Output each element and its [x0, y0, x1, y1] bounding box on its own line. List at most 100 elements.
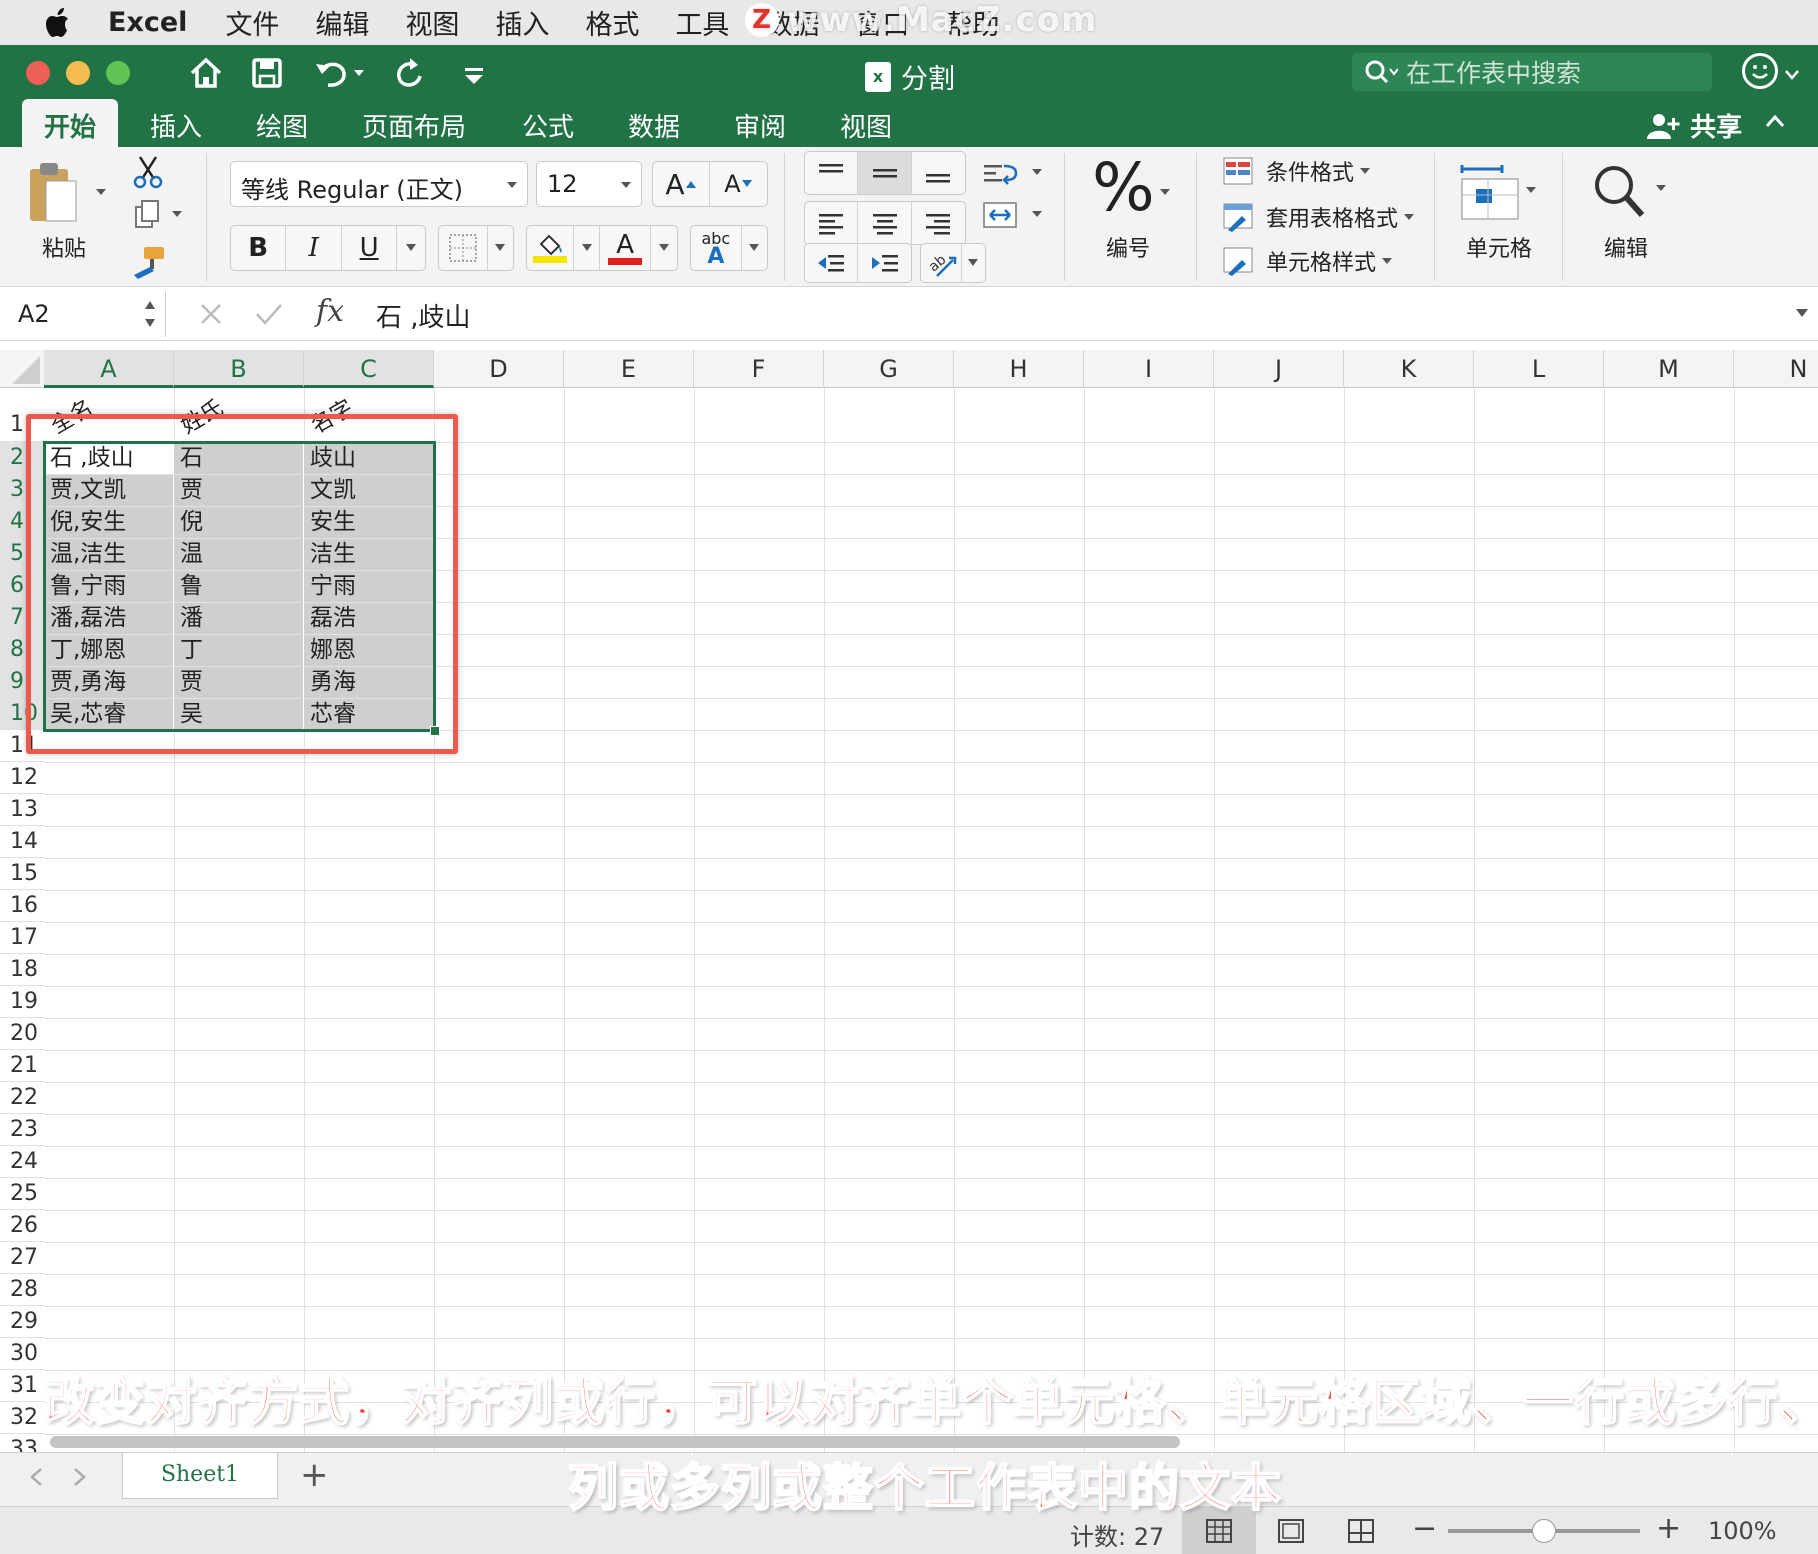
undo-icon[interactable] — [312, 53, 366, 93]
column-header-n[interactable]: N — [1734, 350, 1818, 388]
expand-formula-bar-icon[interactable] — [1794, 307, 1810, 319]
tab-review[interactable]: 审阅 — [734, 99, 786, 147]
name-box[interactable]: A2 — [6, 291, 166, 337]
page-layout-view-icon[interactable] — [1278, 1519, 1304, 1543]
bold-button[interactable]: B — [231, 226, 287, 270]
phonetic-button[interactable]: abc A — [690, 225, 768, 271]
tab-data[interactable]: 数据 — [628, 99, 680, 147]
row-header-16[interactable]: 16 — [0, 890, 44, 922]
wrap-text-icon[interactable] — [982, 159, 1046, 187]
menu-tools[interactable]: 工具 — [675, 3, 729, 42]
row-header-19[interactable]: 19 — [0, 986, 44, 1018]
cancel-entry-icon[interactable] — [198, 301, 224, 327]
row-header-25[interactable]: 25 — [0, 1178, 44, 1210]
formula-input[interactable]: 石 ,歧山 — [376, 297, 471, 334]
zoom-window-button[interactable] — [106, 61, 130, 85]
select-all-corner[interactable] — [0, 350, 44, 388]
row-header-15[interactable]: 15 — [0, 858, 44, 890]
tab-draw[interactable]: 绘图 — [256, 99, 308, 147]
close-window-button[interactable] — [26, 61, 50, 85]
chevron-down-icon[interactable] — [1784, 69, 1800, 81]
add-sheet-button[interactable]: + — [300, 1455, 329, 1495]
format-as-table-button[interactable]: 套用表格格式 — [1222, 201, 1418, 233]
row-header-31[interactable]: 31 — [0, 1370, 44, 1402]
font-color-dropdown[interactable] — [651, 226, 677, 270]
column-header-j[interactable]: J — [1214, 350, 1344, 388]
orientation-button[interactable]: ab — [920, 243, 986, 283]
apple-logo-icon[interactable] — [38, 3, 78, 43]
row-header-13[interactable]: 13 — [0, 794, 44, 826]
borders-button[interactable] — [438, 225, 514, 271]
column-header-m[interactable]: M — [1604, 350, 1734, 388]
worksheet-grid[interactable]: ABCDEFGHIJKLMN 1 2 3 4 5 6 7 8 9 10 11 12 13 14 15 16 17… — [0, 350, 1818, 1452]
column-header-e[interactable]: E — [564, 350, 694, 388]
shrink-font-button[interactable]: A — [710, 162, 767, 206]
menu-file[interactable]: 文件 — [225, 3, 279, 42]
italic-button[interactable]: I — [286, 226, 342, 270]
chevron-down-icon[interactable] — [1158, 187, 1172, 197]
row-header-33[interactable]: 33 — [0, 1434, 44, 1452]
align-middle-button[interactable] — [858, 152, 912, 194]
cell-styles-button[interactable]: 单元格样式 — [1222, 245, 1396, 277]
cut-icon[interactable] — [132, 155, 164, 189]
number-format-button[interactable]: % — [1092, 153, 1155, 223]
tab-insert[interactable]: 插入 — [150, 99, 202, 147]
cells-icon[interactable] — [1458, 161, 1542, 225]
row-header-28[interactable]: 28 — [0, 1274, 44, 1306]
tab-formulas[interactable]: 公式 — [522, 99, 574, 147]
paste-button[interactable] — [26, 161, 80, 231]
menu-view[interactable]: 视图 — [405, 3, 459, 42]
zoom-slider-thumb[interactable] — [1532, 1519, 1556, 1543]
collapse-ribbon-icon[interactable] — [1764, 113, 1786, 129]
row-header-23[interactable]: 23 — [0, 1114, 44, 1146]
grow-font-button[interactable]: A — [653, 162, 711, 206]
copy-icon[interactable] — [134, 199, 184, 229]
sheet-tab-sheet1[interactable]: Sheet1 — [122, 1453, 278, 1499]
column-header-a[interactable]: A — [44, 350, 174, 388]
row-header-29[interactable]: 29 — [0, 1306, 44, 1338]
next-sheet-icon[interactable] — [72, 1467, 88, 1487]
redo-icon[interactable] — [392, 53, 426, 93]
row-header-17[interactable]: 17 — [0, 922, 44, 954]
decrease-indent-button[interactable] — [805, 244, 859, 282]
column-header-c[interactable]: C — [304, 350, 434, 388]
row-header-26[interactable]: 26 — [0, 1210, 44, 1242]
tab-view[interactable]: 视图 — [840, 99, 892, 147]
fill-color-dropdown[interactable] — [574, 226, 601, 270]
underline-dropdown[interactable] — [397, 226, 425, 270]
format-painter-icon[interactable] — [130, 245, 166, 279]
tab-home[interactable]: 开始 — [22, 99, 119, 147]
align-center-button[interactable] — [858, 202, 912, 244]
row-header-12[interactable]: 12 — [0, 762, 44, 794]
align-left-button[interactable] — [805, 202, 859, 244]
column-header-h[interactable]: H — [954, 350, 1084, 388]
column-header-k[interactable]: K — [1344, 350, 1474, 388]
row-header-21[interactable]: 21 — [0, 1050, 44, 1082]
zoom-in-button[interactable]: + — [1656, 1511, 1681, 1546]
tab-page-layout[interactable]: 页面布局 — [362, 99, 466, 147]
horizontal-scrollbar[interactable] — [50, 1436, 1180, 1448]
feedback-smiley-icon[interactable] — [1742, 53, 1778, 89]
underline-button[interactable]: U — [342, 226, 398, 270]
conditional-format-button[interactable]: 条件格式 — [1222, 155, 1374, 187]
merge-cells-icon[interactable] — [982, 201, 1046, 229]
font-size-select[interactable]: 12 — [536, 161, 642, 207]
column-header-f[interactable]: F — [694, 350, 824, 388]
menu-app-name[interactable]: Excel — [108, 7, 187, 38]
row-header-22[interactable]: 22 — [0, 1082, 44, 1114]
menu-format[interactable]: 格式 — [585, 3, 639, 42]
row-header-30[interactable]: 30 — [0, 1338, 44, 1370]
row-header-20[interactable]: 20 — [0, 1018, 44, 1050]
column-header-l[interactable]: L — [1474, 350, 1604, 388]
column-header-g[interactable]: G — [824, 350, 954, 388]
share-button[interactable]: 共享 — [1645, 107, 1742, 144]
row-header-32[interactable]: 32 — [0, 1402, 44, 1434]
fill-handle[interactable] — [430, 726, 440, 736]
fill-color-button[interactable] — [527, 226, 575, 270]
column-header-d[interactable]: D — [434, 350, 564, 388]
increase-indent-button[interactable] — [858, 244, 911, 282]
font-color-button[interactable]: A — [600, 226, 652, 270]
zoom-out-button[interactable]: − — [1412, 1511, 1437, 1546]
page-break-view-icon[interactable] — [1348, 1519, 1374, 1543]
paste-dropdown-icon[interactable] — [94, 187, 108, 197]
